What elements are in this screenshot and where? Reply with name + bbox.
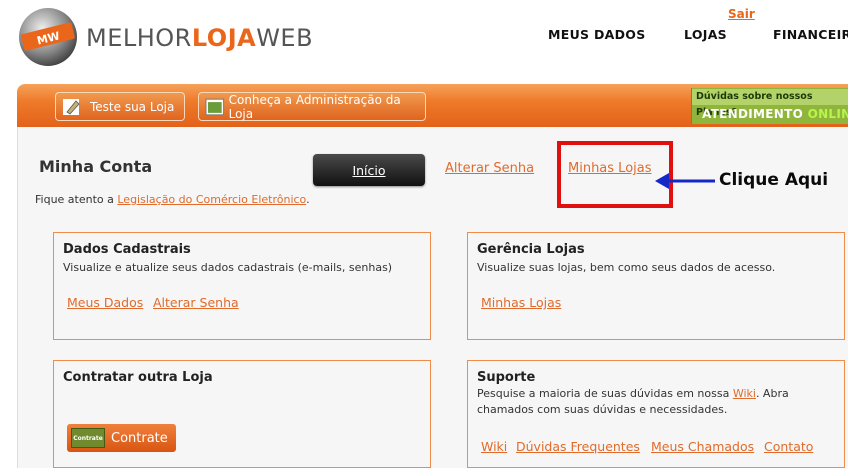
meus-dados-link[interactable]: Meus Dados	[67, 295, 143, 310]
wiki-link[interactable]: Wiki	[481, 439, 507, 454]
nav-financeiro[interactable]: FINANCEIR	[773, 27, 848, 42]
inicio-button[interactable]: Início	[313, 154, 425, 186]
duvidas-frequentes-link[interactable]: Dúvidas Frequentes	[516, 439, 640, 454]
arrow-left-icon	[655, 173, 715, 189]
site-logo[interactable]: MW MELHORLOJAWEB	[14, 6, 313, 68]
logout-link[interactable]: Sair	[728, 7, 755, 21]
card-title: Suporte	[477, 370, 536, 385]
conheca-admin-label: Conheça a Administração da Loja	[228, 92, 401, 121]
help-question: Dúvidas sobre nossos Planos?	[692, 89, 848, 118]
legislacao-link[interactable]: Legislação do Comércio Eletrônico	[117, 193, 306, 206]
pencil-icon	[63, 98, 80, 115]
suporte-desc-a: Pesquise a maioria de suas dúvidas em no…	[477, 387, 733, 400]
card-description: Pesquise a maioria de suas dúvidas em no…	[477, 386, 822, 418]
clique-aqui-annotation: Clique Aqui	[719, 170, 829, 190]
nav-meus-dados[interactable]: MEUS DADOS	[548, 27, 646, 42]
card-description: Visualize e atualize seus dados cadastra…	[63, 261, 393, 274]
logo-ball-icon: MW	[19, 8, 77, 66]
card-contratar-loja: Contratar outra Loja Contrate Contrate	[53, 360, 431, 468]
conheca-admin-button[interactable]: Conheça a Administração da Loja	[198, 92, 426, 121]
logo-wordmark: MELHORLOJAWEB	[86, 24, 313, 52]
help-online-text: ONLINE	[807, 107, 848, 121]
logo-text-b: LOJA	[191, 24, 257, 52]
card-suporte: Suporte Pesquise a maioria de suas dúvid…	[467, 360, 845, 468]
notice-text: Fique atento a Legislação do Comércio El…	[35, 193, 310, 206]
meus-chamados-link[interactable]: Meus Chamados	[651, 439, 754, 454]
card-title: Contratar outra Loja	[63, 370, 213, 385]
card-title: Dados Cadastrais	[63, 242, 191, 257]
admin-window-icon	[205, 98, 225, 115]
nav-lojas[interactable]: LOJAS	[684, 27, 727, 42]
alterar-senha-card-link[interactable]: Alterar Senha	[153, 295, 239, 310]
help-atendimento: ATENDIMENTO ONLINE	[702, 107, 848, 121]
card-description: Visualize suas lojas, bem como seus dado…	[477, 261, 776, 274]
alterar-senha-link[interactable]: Alterar Senha	[445, 161, 534, 176]
teste-loja-button[interactable]: Teste sua Loja	[55, 92, 185, 121]
logo-text-a: MELHOR	[86, 24, 192, 52]
help-atendimento-text: ATENDIMENTO	[702, 107, 804, 121]
contrate-button[interactable]: Contrate Contrate	[67, 424, 176, 452]
contato-link[interactable]: Contato	[764, 439, 813, 454]
contrate-label: Contrate	[111, 430, 168, 446]
page-title: Minha Conta	[39, 157, 153, 176]
card-title: Gerência Lojas	[477, 242, 585, 257]
logo-text-c: WEB	[256, 24, 314, 52]
card-dados-cadastrais: Dados Cadastrais Visualize e atualize se…	[53, 232, 431, 340]
card-gerencia-lojas: Gerência Lojas Visualize suas lojas, bem…	[467, 232, 845, 340]
wiki-inline-link[interactable]: Wiki	[733, 387, 756, 400]
contrate-sign-icon: Contrate	[71, 428, 105, 448]
notice-suffix: .	[306, 193, 310, 206]
notice-prefix: Fique atento a	[35, 193, 118, 206]
minhas-lojas-card-link[interactable]: Minhas Lojas	[481, 295, 561, 310]
teste-loja-label: Teste sua Loja	[90, 99, 175, 114]
atendimento-online-banner[interactable]: Dúvidas sobre nossos Planos? ATENDIMENTO…	[691, 88, 848, 124]
